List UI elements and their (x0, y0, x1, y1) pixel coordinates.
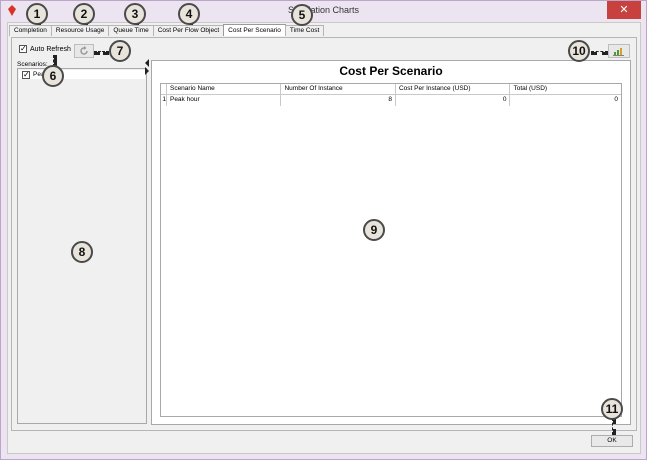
export-chart-button[interactable] (608, 44, 630, 58)
scenarios-label: Scenarios: (17, 61, 48, 68)
column-header-total[interactable]: Total (USD) (510, 84, 621, 94)
cell-number-of-instance: 8 (281, 95, 396, 106)
ok-button[interactable]: OK (591, 435, 633, 447)
tab-resource-usage[interactable]: Resource Usage (50, 25, 110, 36)
cell-scenario-name: Peak hour (167, 95, 282, 106)
export-chart-icon (613, 48, 624, 56)
column-header-cost-per-instance[interactable]: Cost Per Instance (USD) (396, 84, 511, 94)
cost-per-scenario-table: Scenario Name Number Of Instance Cost Pe… (160, 83, 622, 417)
callout-connector (612, 418, 616, 435)
callout-badge-2: 2 (73, 3, 95, 25)
callout-badge-10: 10 (568, 40, 590, 62)
callout-badge-1: 1 (26, 3, 48, 25)
auto-refresh-toggle[interactable]: Auto Refresh (19, 44, 71, 53)
chart-title: Cost Per Scenario (339, 64, 443, 78)
title-bar[interactable]: Simulation Charts ✕ (1, 1, 646, 21)
auto-refresh-checkbox[interactable] (19, 44, 27, 53)
close-button[interactable]: ✕ (607, 1, 641, 19)
column-header-scenario-name[interactable]: Scenario Name (167, 84, 282, 94)
refresh-button[interactable] (74, 44, 94, 58)
tab-cost-per-scenario[interactable]: Cost Per Scenario (223, 24, 286, 36)
tab-cost-per-flow-object[interactable]: Cost Per Flow Object (152, 25, 225, 36)
callout-badge-6: 6 (42, 65, 64, 87)
expand-panel-arrow-icon[interactable] (145, 67, 149, 75)
cell-total: 0 (614, 96, 618, 103)
chart-tabs: Completion Resource Usage Queue Time Cos… (9, 24, 325, 37)
callout-connector (591, 51, 608, 55)
tab-completion[interactable]: Completion (9, 25, 52, 36)
callout-badge-5: 5 (291, 4, 313, 26)
scenario-item-peak-hour[interactable]: Peak hour (19, 70, 145, 79)
collapse-panel-arrow-icon[interactable] (145, 59, 149, 67)
callout-badge-7: 7 (109, 40, 131, 62)
callout-badge-8: 8 (71, 241, 93, 263)
column-header-number-of-instance[interactable]: Number Of Instance (281, 84, 396, 94)
callout-badge-3: 3 (124, 3, 146, 25)
auto-refresh-label: Auto Refresh (30, 45, 71, 53)
scenario-checkbox[interactable] (22, 70, 30, 79)
cell-cost-per-instance: 0 (396, 95, 511, 106)
window-title: Simulation Charts (287, 5, 360, 15)
table-header: Scenario Name Number Of Instance Cost Pe… (161, 84, 621, 95)
chart-area: Cost Per Scenario Scenario Name Number O… (151, 60, 631, 425)
refresh-icon (80, 46, 88, 55)
callout-connector (94, 51, 109, 55)
callout-badge-9: 9 (363, 219, 385, 241)
table-row[interactable]: 1 Peak hour 8 0 0 (161, 95, 621, 106)
simulation-charts-window: Simulation Charts ✕ Completion Resource … (0, 0, 647, 460)
tab-time-cost[interactable]: Time Cost (284, 25, 325, 36)
callout-badge-4: 4 (178, 3, 200, 25)
callout-badge-11: 11 (601, 398, 623, 420)
tab-queue-time[interactable]: Queue Time (108, 25, 154, 36)
